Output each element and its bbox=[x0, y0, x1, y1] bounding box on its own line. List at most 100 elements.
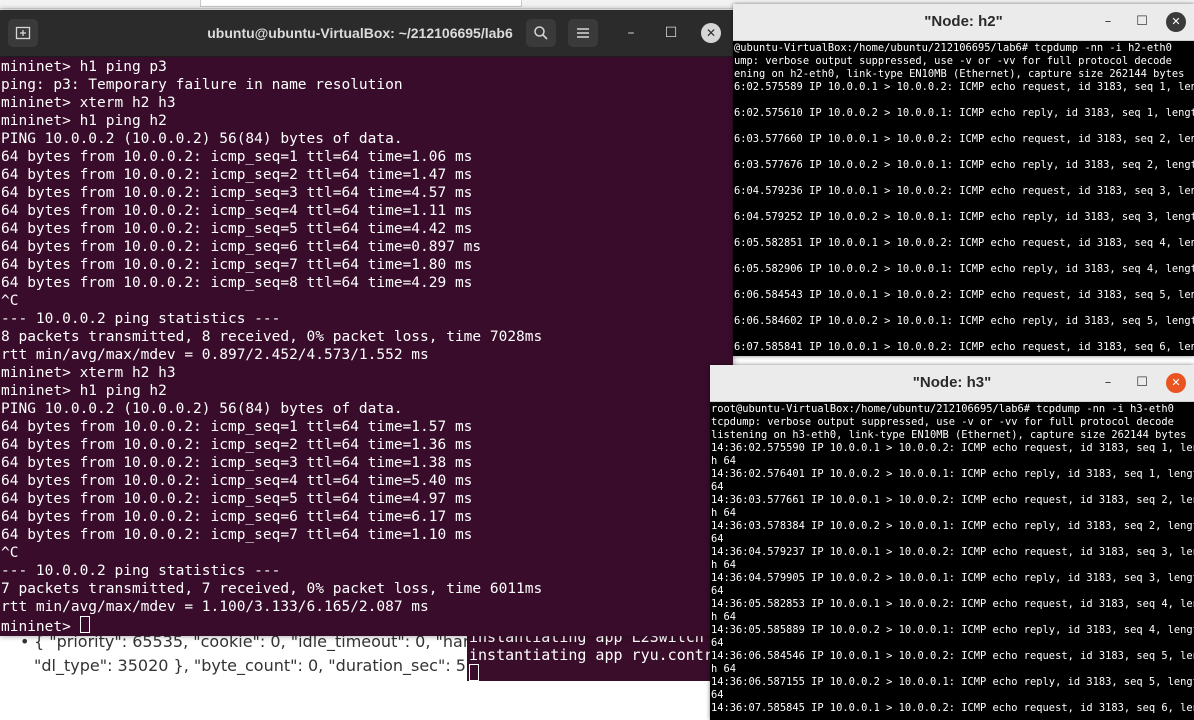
tcpdump-line: 6:07.585841 IP 10.0.0.1 > 10.0.0.2: ICMP… bbox=[734, 341, 1194, 353]
tcpdump-line bbox=[733, 250, 1194, 263]
terminal-cursor bbox=[469, 664, 479, 681]
tcpdump-line: 14:36:07.585845 IP 10.0.0.1 > 10.0.0.2: … bbox=[711, 702, 1194, 714]
tcpdump-line: h 64 bbox=[711, 455, 737, 467]
node-h3-xterm-window[interactable]: "Node: h3" – ☐ ✕ root@ubuntu-VirtualBox:… bbox=[710, 365, 1194, 720]
terminal-line: mininet> xterm h2 h3 bbox=[1, 365, 176, 381]
flow-stats-text: { "priority": 65535, "cookie": 0, "idle_… bbox=[20, 630, 480, 678]
terminal-line: 64 bytes from 10.0.0.2: icmp_seq=2 ttl=6… bbox=[1, 437, 473, 453]
terminal-line: 7 packets transmitted, 7 received, 0% pa… bbox=[1, 581, 543, 597]
tcpdump-line: h 64 bbox=[711, 507, 737, 519]
close-button[interactable]: ✕ bbox=[1166, 373, 1186, 393]
terminal-line: 64 bytes from 10.0.0.2: icmp_seq=3 ttl=6… bbox=[1, 185, 473, 201]
terminal-prompt-line[interactable]: mininet> bbox=[0, 616, 733, 636]
terminal-line: 64 bytes from 10.0.0.2: icmp_seq=1 ttl=6… bbox=[1, 419, 473, 435]
tcpdump-line: root@ubuntu-VirtualBox:/home/ubuntu/2121… bbox=[711, 403, 1174, 415]
tcpdump-line: 64 bbox=[711, 637, 724, 649]
minimize-button[interactable]: – bbox=[621, 23, 641, 43]
tcpdump-line: h 64 bbox=[711, 559, 737, 571]
tcpdump-line bbox=[733, 302, 1194, 315]
ryu-log-line: instantiating app ryu.contr bbox=[469, 646, 710, 664]
tcpdump-line: 6:06.584543 IP 10.0.0.1 > 10.0.0.2: ICMP… bbox=[734, 289, 1194, 301]
tcpdump-line: 6:04.579236 IP 10.0.0.1 > 10.0.0.2: ICMP… bbox=[734, 185, 1194, 197]
terminal-line: PING 10.0.0.2 (10.0.0.2) 56(84) bytes of… bbox=[1, 131, 403, 147]
terminal-line: 64 bytes from 10.0.0.2: icmp_seq=6 ttl=6… bbox=[1, 509, 473, 525]
tcpdump-line: ening on h2-eth0, link-type EN10MB (Ethe… bbox=[734, 68, 1185, 80]
terminal-line: 64 bytes from 10.0.0.2: icmp_seq=6 ttl=6… bbox=[1, 239, 482, 255]
tcpdump-line: 14:36:04.579905 IP 10.0.0.2 > 10.0.0.1: … bbox=[711, 572, 1194, 584]
terminal-line: mininet> h1 ping h2 bbox=[1, 383, 167, 399]
close-button[interactable]: ✕ bbox=[701, 23, 721, 43]
terminal-line: 64 bytes from 10.0.0.2: icmp_seq=5 ttl=6… bbox=[1, 221, 473, 237]
tcpdump-line bbox=[733, 224, 1194, 237]
tcpdump-line: 64 bbox=[711, 689, 724, 701]
tcpdump-line: 14:36:06.584546 IP 10.0.0.1 > 10.0.0.2: … bbox=[711, 650, 1194, 662]
node-h3-output[interactable]: root@ubuntu-VirtualBox:/home/ubuntu/2121… bbox=[710, 403, 1194, 720]
node-h2-xterm-window[interactable]: "Node: h2" – ☐ ✕ @ubuntu-VirtualBox:/hom… bbox=[733, 4, 1194, 356]
terminal-title: ubuntu@ubuntu-VirtualBox: ~/212106695/la… bbox=[207, 25, 513, 41]
maximize-button[interactable]: ☐ bbox=[1132, 373, 1152, 393]
terminal-line: ^C bbox=[1, 545, 19, 561]
tcpdump-line: 14:36:02.575590 IP 10.0.0.1 > 10.0.0.2: … bbox=[711, 442, 1194, 454]
tcpdump-line: 6:03.577676 IP 10.0.0.2 > 10.0.0.1: ICMP… bbox=[734, 159, 1194, 171]
hamburger-menu-icon bbox=[577, 28, 589, 38]
search-button[interactable] bbox=[526, 19, 556, 47]
tcpdump-line bbox=[733, 328, 1194, 341]
tcpdump-line: 6:06.584602 IP 10.0.0.2 > 10.0.0.1: ICMP… bbox=[734, 315, 1194, 327]
terminal-line: 8 packets transmitted, 8 received, 0% pa… bbox=[1, 329, 543, 345]
tcpdump-line bbox=[733, 120, 1194, 133]
terminal-line: mininet> h1 ping h2 bbox=[1, 113, 167, 129]
terminal-line: rtt min/avg/max/mdev = 1.100/3.133/6.165… bbox=[1, 599, 429, 615]
minimize-button[interactable]: – bbox=[1098, 12, 1118, 32]
terminal-titlebar[interactable]: ubuntu@ubuntu-VirtualBox: ~/212106695/la… bbox=[0, 10, 733, 57]
terminal-line: 64 bytes from 10.0.0.2: icmp_seq=7 ttl=6… bbox=[1, 527, 473, 543]
terminal-line: rtt min/avg/max/mdev = 0.897/2.452/4.573… bbox=[1, 347, 429, 363]
terminal-line: 64 bytes from 10.0.0.2: icmp_seq=2 ttl=6… bbox=[1, 167, 473, 183]
node-h3-title: "Node: h3" bbox=[912, 374, 992, 391]
tcpdump-line bbox=[733, 94, 1194, 107]
tcpdump-line bbox=[733, 146, 1194, 159]
terminal-line: 64 bytes from 10.0.0.2: icmp_seq=4 ttl=6… bbox=[1, 473, 473, 489]
search-icon bbox=[534, 26, 548, 40]
tcpdump-line bbox=[733, 172, 1194, 185]
terminal-line: 64 bytes from 10.0.0.2: icmp_seq=5 ttl=6… bbox=[1, 491, 473, 507]
terminal-line: mininet> h1 ping p3 bbox=[1, 59, 167, 75]
mininet-terminal-window[interactable]: ubuntu@ubuntu-VirtualBox: ~/212106695/la… bbox=[0, 10, 733, 636]
node-h2-output[interactable]: @ubuntu-VirtualBox:/home/ubuntu/21210669… bbox=[733, 42, 1194, 356]
tcpdump-line: 6:03.577660 IP 10.0.0.1 > 10.0.0.2: ICMP… bbox=[734, 133, 1194, 145]
node-h3-titlebar[interactable]: "Node: h3" – ☐ ✕ bbox=[710, 365, 1194, 402]
tcpdump-line: 6:05.582851 IP 10.0.0.1 > 10.0.0.2: ICMP… bbox=[734, 237, 1194, 249]
tcpdump-line: 64 bbox=[711, 481, 724, 493]
terminal-line: 64 bytes from 10.0.0.2: icmp_seq=4 ttl=6… bbox=[1, 203, 473, 219]
tcpdump-line bbox=[733, 276, 1194, 289]
new-tab-icon bbox=[15, 26, 31, 40]
terminal-line: 64 bytes from 10.0.0.2: icmp_seq=3 ttl=6… bbox=[1, 455, 473, 471]
maximize-button[interactable]: ☐ bbox=[1132, 12, 1152, 32]
terminal-output[interactable]: mininet> h1 ping p3 ping: p3: Temporary … bbox=[0, 58, 733, 636]
tcpdump-line: ump: verbose output suppressed, use -v o… bbox=[734, 55, 1172, 67]
minimize-button[interactable]: – bbox=[1098, 373, 1118, 393]
tcpdump-line: 6:04.579252 IP 10.0.0.2 > 10.0.0.1: ICMP… bbox=[734, 211, 1194, 223]
menu-button[interactable] bbox=[568, 19, 598, 47]
terminal-line: ^C bbox=[1, 293, 19, 309]
background-tab bbox=[200, 0, 522, 7]
terminal-line: --- 10.0.0.2 ping statistics --- bbox=[1, 311, 281, 327]
close-button[interactable]: ✕ bbox=[1166, 12, 1186, 32]
tcpdump-line: tcpdump: verbose output suppressed, use … bbox=[711, 416, 1174, 428]
ryu-cursor-line bbox=[467, 664, 710, 681]
tcpdump-line: 64 bbox=[711, 533, 724, 545]
tcpdump-line: 14:36:03.577661 IP 10.0.0.1 > 10.0.0.2: … bbox=[711, 494, 1194, 506]
tcpdump-line: 14:36:05.585889 IP 10.0.0.2 > 10.0.0.1: … bbox=[711, 624, 1194, 636]
tcpdump-line: 14:36:05.582853 IP 10.0.0.1 > 10.0.0.2: … bbox=[711, 598, 1194, 610]
tcpdump-line: 14:36:02.576401 IP 10.0.0.2 > 10.0.0.1: … bbox=[711, 468, 1194, 480]
tcpdump-line: 6:02.575610 IP 10.0.0.2 > 10.0.0.1: ICMP… bbox=[734, 107, 1194, 119]
tcpdump-line: 14:36:06.587155 IP 10.0.0.2 > 10.0.0.1: … bbox=[711, 676, 1194, 688]
maximize-button[interactable]: ☐ bbox=[661, 23, 681, 43]
new-tab-button[interactable] bbox=[8, 19, 38, 47]
tcpdump-line: 6:02.575589 IP 10.0.0.1 > 10.0.0.2: ICMP… bbox=[734, 81, 1194, 93]
node-h2-titlebar[interactable]: "Node: h2" – ☐ ✕ bbox=[733, 4, 1194, 41]
flow-entry-line-2: "dl_type": 35020 }, "byte_count": 0, "du… bbox=[34, 656, 480, 675]
node-h2-title: "Node: h2" bbox=[924, 13, 1003, 30]
tcpdump-line: h 64 bbox=[711, 663, 737, 675]
terminal-line: mininet> xterm h2 h3 bbox=[1, 95, 176, 111]
tcpdump-line: @ubuntu-VirtualBox:/home/ubuntu/21210669… bbox=[734, 42, 1172, 54]
